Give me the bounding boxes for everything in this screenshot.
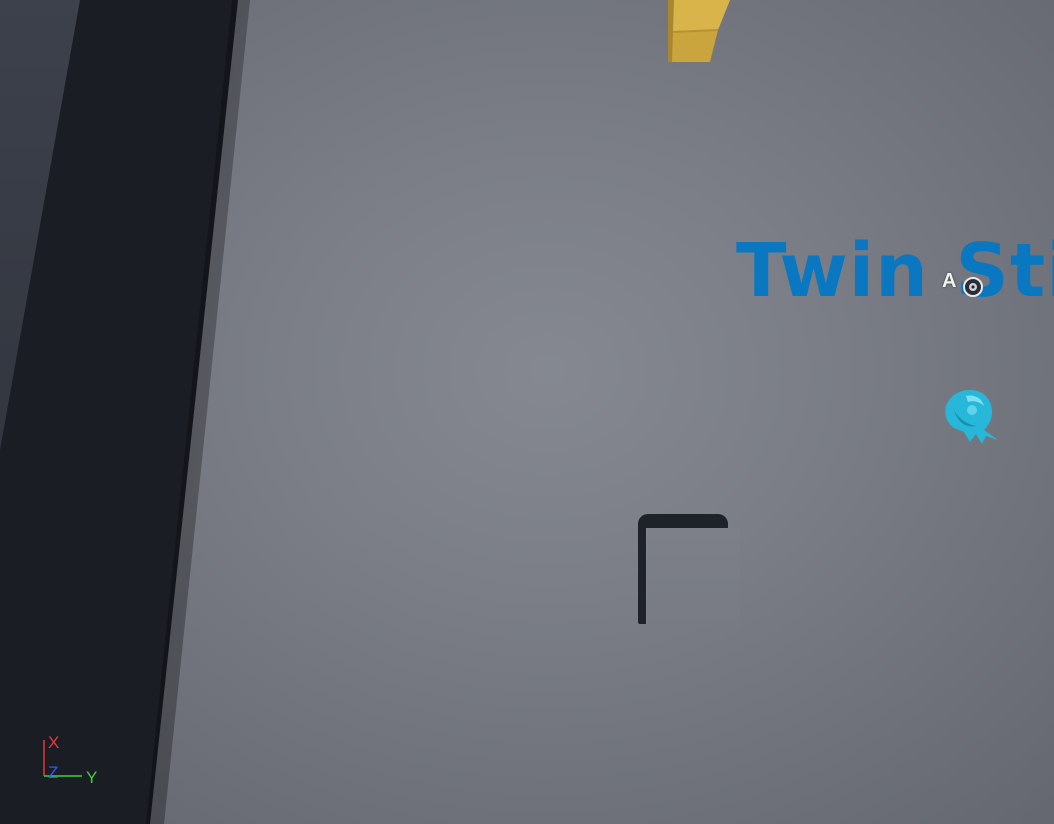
- scene-title-text[interactable]: Twin Sti: [736, 234, 1054, 308]
- axis-y-label: Y: [86, 768, 98, 787]
- left-ground-plane: [0, 0, 80, 450]
- level-viewport[interactable]: Twin Sti A X Z Y: [0, 0, 1054, 824]
- axis-gizmo-icon: X Z Y: [36, 730, 116, 790]
- axis-x-label: X: [48, 733, 60, 752]
- actor-sprite-icon[interactable]: A: [942, 270, 986, 300]
- speaker-icon: [963, 277, 983, 297]
- floor-plane[interactable]: [150, 0, 1054, 824]
- yellow-wall-block[interactable]: [668, 0, 730, 62]
- axis-z-label: Z: [48, 763, 59, 782]
- cube-block[interactable]: [646, 528, 740, 626]
- actor-label: A: [942, 270, 957, 292]
- ship-icon[interactable]: [940, 388, 1002, 446]
